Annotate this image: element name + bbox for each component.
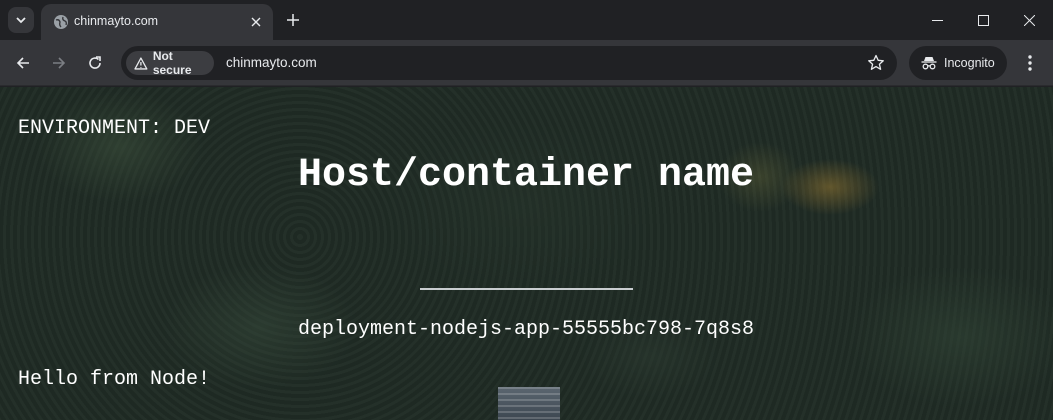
globe-icon: [54, 15, 68, 29]
browser-menu-button[interactable]: [1019, 52, 1041, 74]
title-divider: [420, 288, 633, 290]
minimize-icon: [931, 19, 943, 21]
tab-title: chinmayto.com: [74, 14, 159, 28]
browser-tab[interactable]: chinmayto.com: [41, 4, 273, 40]
incognito-profile-button[interactable]: Incognito: [909, 46, 1007, 80]
warning-icon: [134, 56, 148, 70]
window-close-icon: [1023, 14, 1035, 26]
maximize-icon: [977, 14, 989, 26]
browser-toolbar: Not secure chinmayto.com Incognito: [0, 40, 1053, 86]
back-button[interactable]: [11, 51, 35, 75]
background-bridge-image: [498, 387, 560, 420]
profile-label: Incognito: [944, 56, 995, 70]
reload-icon: [89, 56, 101, 69]
close-icon: [251, 17, 261, 27]
page-content: ENVIRONMENT: DEV Host/container name dep…: [0, 87, 1053, 420]
close-tab-button[interactable]: [247, 13, 265, 31]
security-label: Not secure: [152, 49, 192, 77]
hostname-value: deployment-nodejs-app-55555bc798-7q8s8: [297, 318, 755, 341]
url-text[interactable]: chinmayto.com: [226, 55, 317, 70]
page-title: Host/container name: [297, 153, 755, 198]
reload-button[interactable]: [83, 51, 107, 75]
tab-search-button[interactable]: [8, 7, 34, 33]
star-icon[interactable]: [867, 54, 885, 72]
forward-arrow-icon: [53, 57, 66, 69]
tab-search-icon: [16, 17, 26, 24]
environment-label: ENVIRONMENT: DEV: [18, 117, 211, 140]
more-vert-icon: [1028, 55, 1032, 71]
window-close-button[interactable]: [1016, 8, 1042, 32]
plus-icon: [287, 14, 299, 26]
greeting-message: Hello from Node!: [18, 368, 211, 391]
new-tab-button[interactable]: [283, 10, 303, 30]
back-arrow-icon: [16, 57, 29, 69]
maximize-button[interactable]: [970, 8, 996, 32]
minimize-button[interactable]: [924, 8, 950, 32]
tab-strip: chinmayto.com: [0, 0, 1053, 40]
address-bar[interactable]: Not secure chinmayto.com: [121, 46, 897, 80]
security-chip[interactable]: Not secure: [126, 49, 214, 77]
forward-button[interactable]: [47, 51, 71, 75]
incognito-icon: [921, 57, 937, 70]
